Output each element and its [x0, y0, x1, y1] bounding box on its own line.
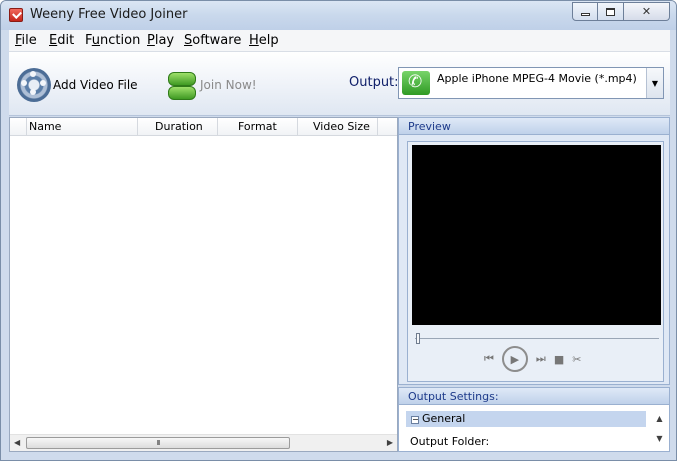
close-icon: ✕ — [641, 5, 652, 18]
column-header-video-size[interactable]: Video Size — [298, 118, 378, 136]
scroll-down-icon[interactable]: ▼ — [652, 429, 667, 449]
maximize-button[interactable] — [598, 2, 624, 21]
seek-slider-handle[interactable] — [416, 333, 420, 344]
join-icon — [164, 68, 198, 102]
output-format-select[interactable]: Apple iPhone MPEG-4 Movie (*.mp4) ▼ — [398, 67, 664, 99]
stop-icon[interactable]: ■ — [554, 353, 564, 366]
collapse-icon[interactable]: − — [411, 416, 419, 424]
horizontal-scrollbar[interactable]: ◀ III ▶ — [10, 434, 397, 451]
preview-panel: ⏮ ▶ ⏭ ■ ✂ — [398, 135, 670, 385]
maximize-icon — [606, 7, 615, 16]
join-now-label: Join Now! — [200, 78, 257, 92]
add-video-file-label: Add Video File — [53, 78, 138, 92]
column-header-duration[interactable]: Duration — [138, 118, 218, 136]
play-button[interactable]: ▶ — [501, 346, 528, 372]
list-header: Name Duration Format Video Size — [10, 118, 397, 136]
playback-controls: ⏮ ▶ ⏭ ■ ✂ — [484, 346, 589, 372]
output-settings-title: Output Settings: — [398, 387, 670, 405]
scroll-up-icon[interactable]: ▲ — [652, 409, 667, 429]
next-icon[interactable]: ⏭ — [536, 352, 546, 366]
right-panel: Preview ⏮ ▶ ⏭ ■ ✂ Output Settings: − Gene… — [398, 117, 670, 452]
menu-play[interactable]: Play — [147, 33, 174, 48]
minimize-icon — [580, 13, 590, 16]
settings-vertical-scrollbar[interactable]: ▲ ▼ — [652, 409, 667, 449]
seek-slider-track[interactable] — [415, 338, 659, 339]
play-icon: ▶ — [510, 352, 520, 366]
window-controls: ✕ — [572, 2, 670, 21]
menu-edit[interactable]: Edit — [49, 33, 74, 48]
phone-icon — [402, 71, 430, 95]
toolbar: Add Video File Join Now! Output: Apple i… — [9, 52, 670, 116]
join-now-button[interactable]: Join Now! — [164, 68, 257, 102]
video-list[interactable]: Name Duration Format Video Size ◀ III ▶ — [9, 117, 398, 452]
output-settings-panel: − General Output Folder: ▲ ▼ — [398, 405, 670, 452]
menu-help[interactable]: Help — [249, 33, 279, 48]
previous-icon[interactable]: ⏮ — [484, 352, 494, 366]
menu-function[interactable]: Function — [85, 33, 140, 48]
minimize-button[interactable] — [572, 2, 598, 21]
cut-icon[interactable]: ✂ — [572, 353, 581, 366]
general-group-label: General — [422, 412, 466, 425]
preview-frame: ⏮ ▶ ⏭ ■ ✂ — [407, 141, 664, 382]
output-label: Output: — [349, 75, 399, 90]
dropdown-arrow-icon[interactable]: ▼ — [646, 68, 663, 98]
scroll-left-icon[interactable]: ◀ — [14, 438, 20, 447]
add-video-file-button[interactable]: Add Video File — [17, 68, 138, 102]
window-title: Weeny Free Video Joiner — [30, 7, 188, 22]
preview-title: Preview — [398, 117, 670, 135]
column-header-spacer — [10, 118, 27, 136]
scroll-thumb[interactable]: III — [26, 437, 290, 449]
general-group-header[interactable]: − General — [406, 411, 646, 427]
menu-software[interactable]: Software — [184, 33, 241, 48]
title-bar[interactable]: Weeny Free Video Joiner ✕ — [1, 1, 676, 30]
close-button[interactable]: ✕ — [624, 2, 670, 21]
column-header-name[interactable]: Name — [27, 118, 138, 136]
menu-file[interactable]: File — [15, 33, 37, 48]
scroll-right-icon[interactable]: ▶ — [387, 438, 393, 447]
app-window: Weeny Free Video Joiner ✕ File Edit Func… — [0, 0, 677, 461]
output-folder-label: Output Folder: — [410, 435, 490, 448]
output-format-value: Apple iPhone MPEG-4 Movie (*.mp4) — [437, 72, 637, 85]
app-logo-icon — [9, 8, 23, 22]
video-preview-screen — [412, 145, 661, 325]
menu-bar: File Edit Function Play Software Help — [9, 30, 670, 52]
film-reel-icon — [17, 68, 51, 102]
column-header-format[interactable]: Format — [218, 118, 298, 136]
